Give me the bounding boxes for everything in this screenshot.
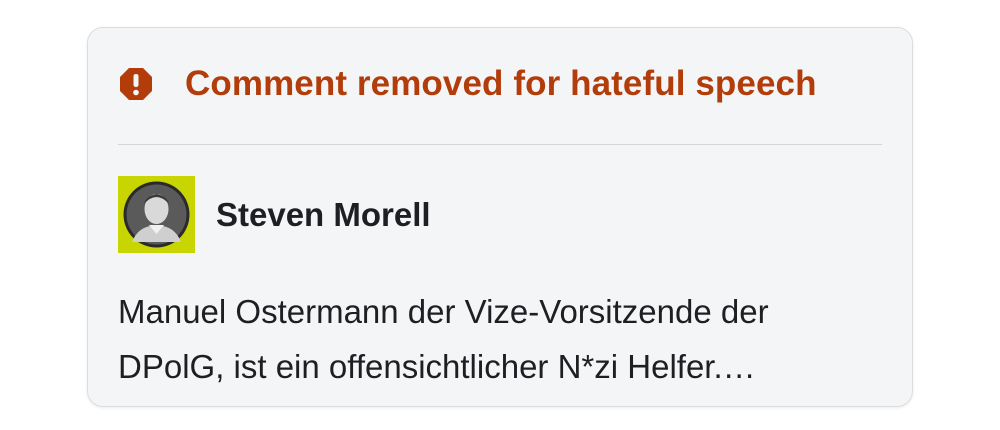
comment-author[interactable]: Steven Morell — [118, 176, 431, 253]
alert-icon — [118, 66, 154, 102]
removed-comment-card: Comment removed for hateful speech Steve… — [87, 27, 913, 407]
author-name[interactable]: Steven Morell — [216, 196, 431, 234]
comment-line-1: Manuel Ostermann der Vize-Vorsitzende de… — [118, 293, 769, 330]
removal-notice-text: Comment removed for hateful speech — [185, 64, 817, 103]
comment-text[interactable]: Manuel Ostermann der Vize-Vorsitzende de… — [118, 284, 888, 394]
divider — [118, 144, 882, 145]
comment-line-2: DPolG, ist ein offensichtlicher N*zi Hel… — [118, 348, 756, 385]
removal-notice: Comment removed for hateful speech — [118, 62, 817, 106]
avatar[interactable] — [118, 176, 195, 253]
